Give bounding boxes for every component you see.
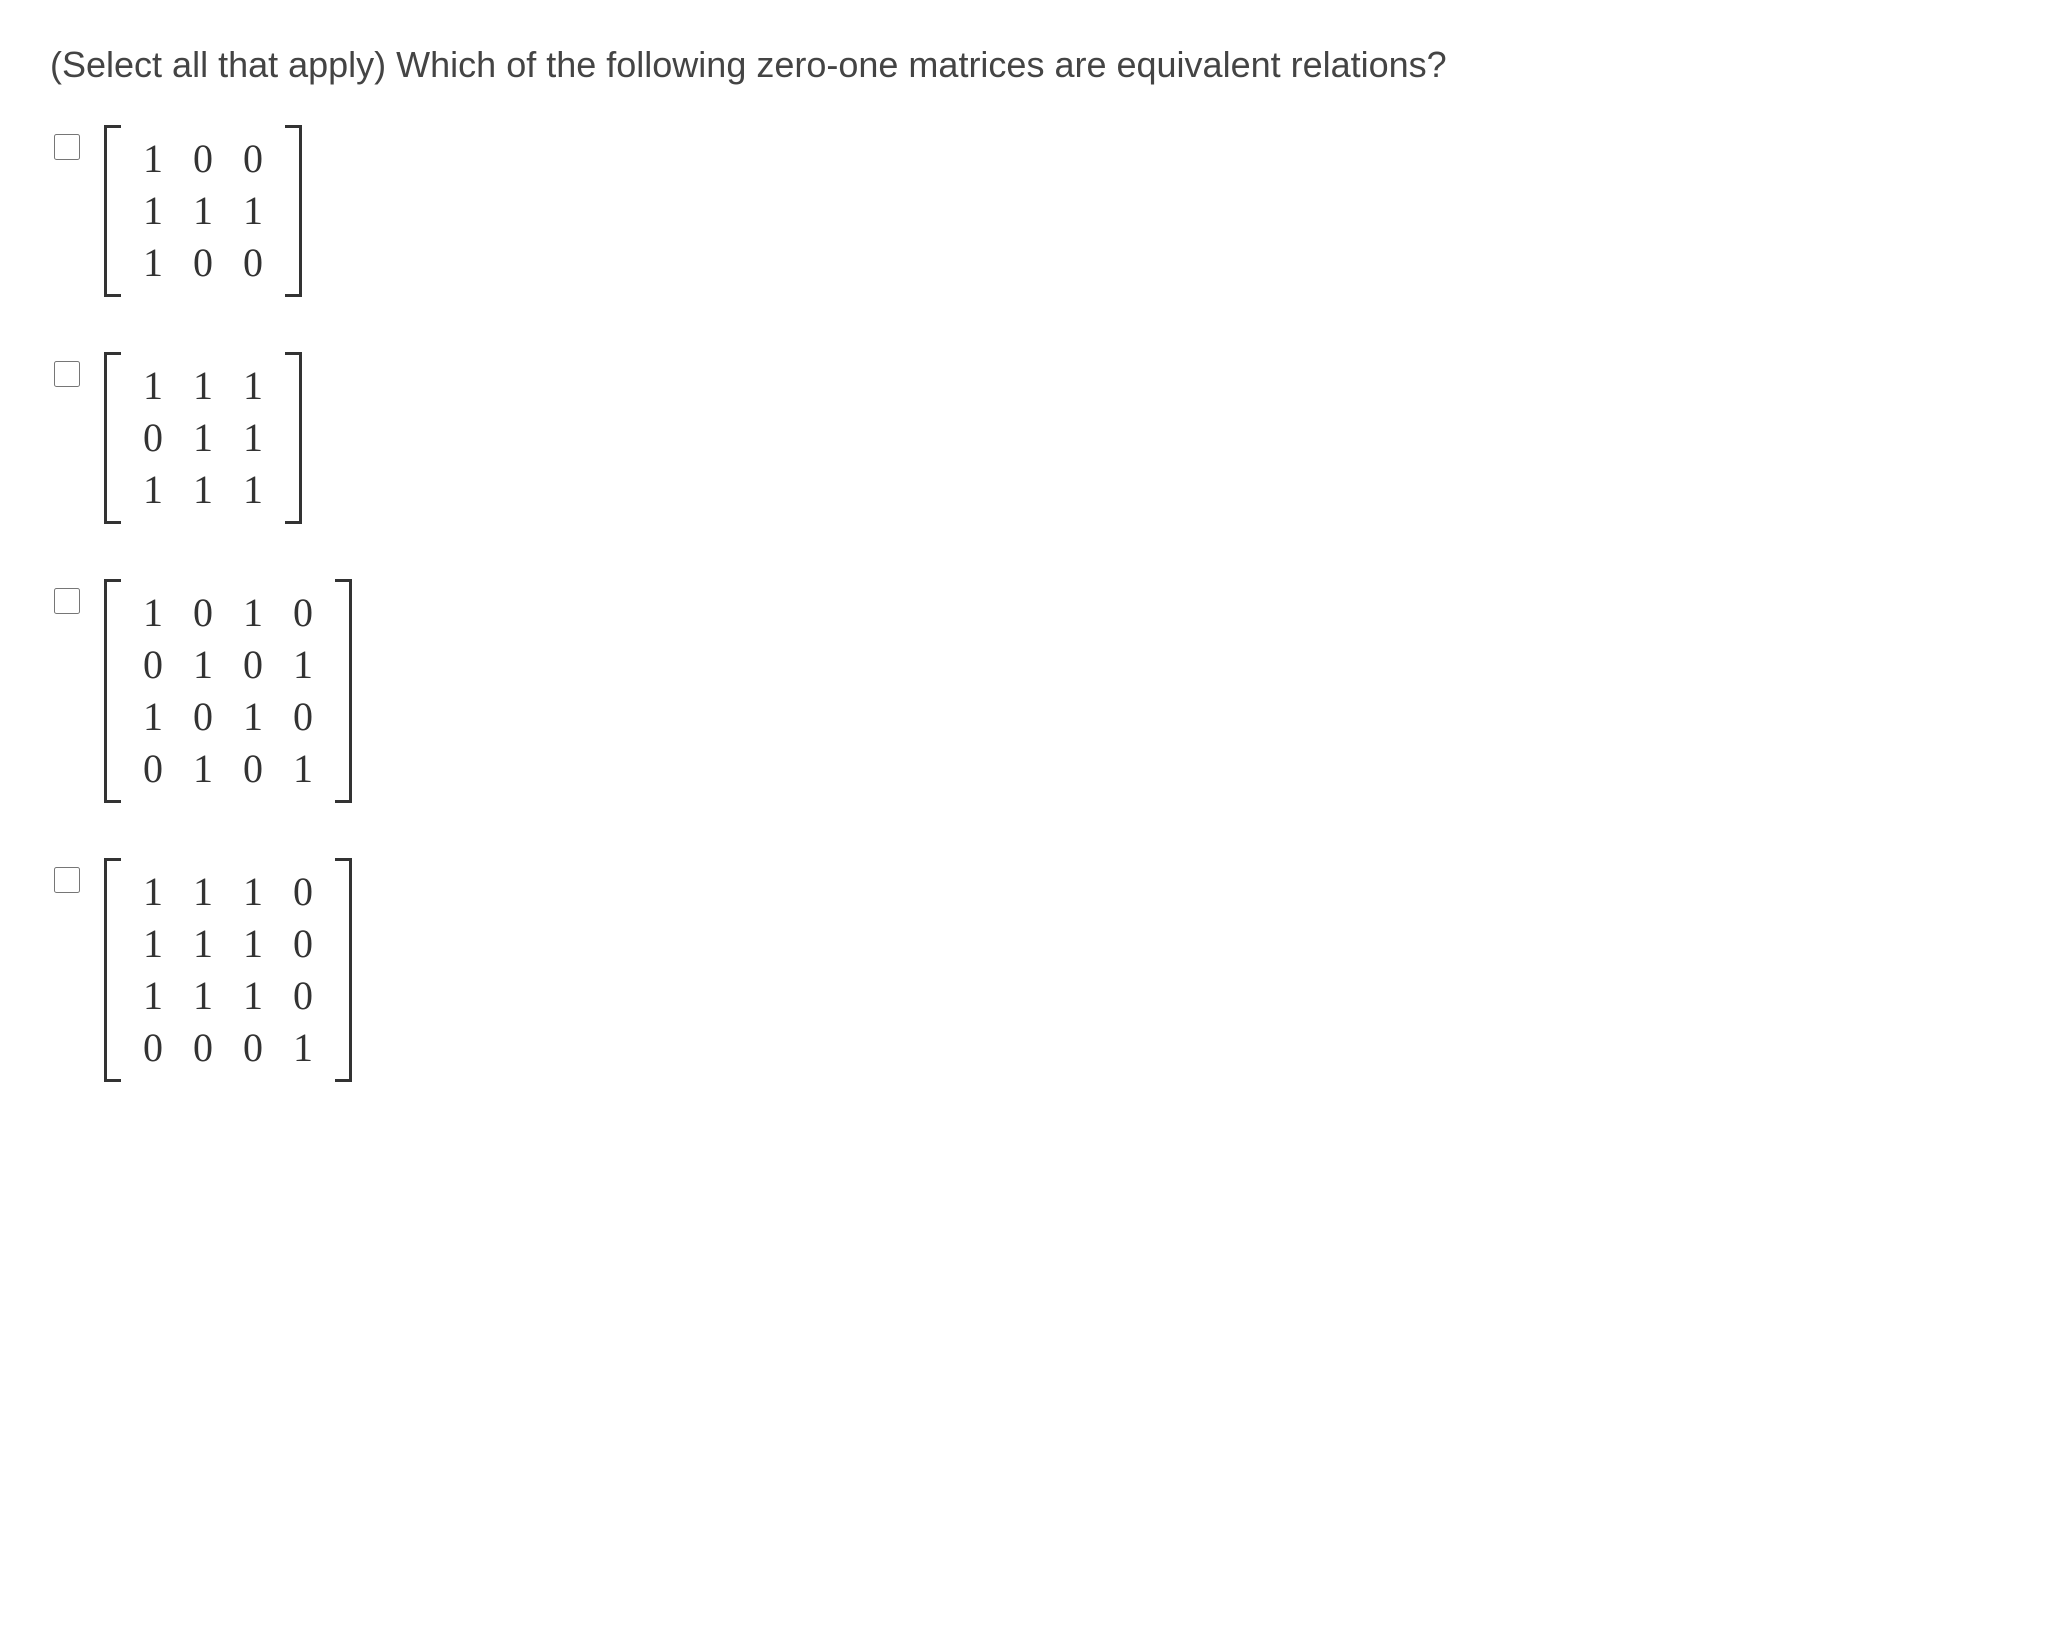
- matrix-cell: 1: [239, 191, 267, 231]
- matrix-cell: 0: [239, 749, 267, 789]
- right-bracket-icon: [335, 579, 352, 803]
- checkbox-wrap: [50, 585, 84, 619]
- matrix-cell: 0: [189, 593, 217, 633]
- matrix-cell: 1: [189, 872, 217, 912]
- matrix-cell: 0: [139, 418, 167, 458]
- matrix-row: 011: [139, 412, 267, 464]
- matrix-cell: 1: [289, 1028, 317, 1068]
- matrix-cell: 1: [239, 924, 267, 964]
- option-checkbox[interactable]: [54, 361, 80, 387]
- matrix-cell: 0: [239, 139, 267, 179]
- matrix-cell: 1: [139, 191, 167, 231]
- matrix-body: 1110111011100001: [121, 858, 335, 1082]
- matrix-cell: 0: [289, 872, 317, 912]
- matrix-cell: 1: [139, 976, 167, 1016]
- matrix-cell: 1: [189, 191, 217, 231]
- checkbox-wrap: [50, 131, 84, 165]
- matrix-row: 1110: [139, 866, 317, 918]
- question-text: (Select all that apply) Which of the fol…: [50, 40, 1996, 90]
- matrix-row: 1010: [139, 691, 317, 743]
- matrix-body: 1010010110100101: [121, 579, 335, 803]
- matrix-cell: 1: [239, 976, 267, 1016]
- matrix-row: 0101: [139, 639, 317, 691]
- left-bracket-icon: [104, 125, 121, 297]
- option-checkbox[interactable]: [54, 867, 80, 893]
- matrix-cell: 0: [139, 1028, 167, 1068]
- matrix-cell: 1: [239, 470, 267, 510]
- matrix-cell: 1: [239, 366, 267, 406]
- checkbox-wrap: [50, 864, 84, 898]
- matrix-cell: 0: [139, 749, 167, 789]
- left-bracket-icon: [104, 352, 121, 524]
- matrix-cell: 1: [289, 645, 317, 685]
- option-checkbox[interactable]: [54, 134, 80, 160]
- right-bracket-icon: [285, 125, 302, 297]
- matrix-cell: 0: [189, 139, 217, 179]
- answer-option: 1110111011100001: [50, 858, 1996, 1082]
- matrix-row: 100: [139, 237, 267, 289]
- matrix-cell: 1: [139, 139, 167, 179]
- matrix-cell: 1: [139, 924, 167, 964]
- matrix-row: 100: [139, 133, 267, 185]
- matrix-cell: 1: [289, 749, 317, 789]
- matrix-cell: 1: [189, 418, 217, 458]
- matrix-cell: 0: [139, 645, 167, 685]
- matrix-cell: 1: [239, 872, 267, 912]
- left-bracket-icon: [104, 858, 121, 1082]
- matrix-cell: 1: [139, 593, 167, 633]
- matrix-cell: 1: [189, 924, 217, 964]
- matrix-row: 111: [139, 464, 267, 516]
- matrix-row: 1110: [139, 970, 317, 1022]
- matrix-cell: 0: [239, 243, 267, 283]
- matrix-cell: 1: [189, 645, 217, 685]
- left-bracket-icon: [104, 579, 121, 803]
- answer-option: 1010010110100101: [50, 579, 1996, 803]
- matrix-cell: 1: [189, 470, 217, 510]
- matrix: 111011111: [104, 352, 302, 524]
- matrix-cell: 1: [239, 593, 267, 633]
- checkbox-wrap: [50, 358, 84, 392]
- matrix-cell: 1: [239, 697, 267, 737]
- answer-option: 100111100: [50, 125, 1996, 297]
- options-list: 1001111001110111111010010110100101111011…: [50, 125, 1996, 1082]
- matrix-cell: 0: [289, 697, 317, 737]
- matrix-cell: 1: [139, 470, 167, 510]
- matrix-cell: 0: [239, 1028, 267, 1068]
- matrix-cell: 1: [189, 366, 217, 406]
- matrix-body: 100111100: [121, 125, 285, 297]
- matrix: 100111100: [104, 125, 302, 297]
- matrix-row: 0001: [139, 1022, 317, 1074]
- right-bracket-icon: [285, 352, 302, 524]
- matrix-row: 1010: [139, 587, 317, 639]
- matrix-cell: 0: [289, 593, 317, 633]
- matrix: 1010010110100101: [104, 579, 352, 803]
- matrix-cell: 0: [289, 976, 317, 1016]
- matrix-cell: 1: [139, 366, 167, 406]
- matrix-cell: 0: [189, 1028, 217, 1068]
- matrix-row: 111: [139, 185, 267, 237]
- right-bracket-icon: [335, 858, 352, 1082]
- matrix-row: 0101: [139, 743, 317, 795]
- matrix-row: 1110: [139, 918, 317, 970]
- matrix-cell: 1: [139, 243, 167, 283]
- answer-option: 111011111: [50, 352, 1996, 524]
- option-checkbox[interactable]: [54, 588, 80, 614]
- matrix-cell: 1: [189, 976, 217, 1016]
- matrix-cell: 0: [189, 243, 217, 283]
- matrix-cell: 0: [289, 924, 317, 964]
- matrix-row: 111: [139, 360, 267, 412]
- matrix-cell: 1: [139, 697, 167, 737]
- matrix-body: 111011111: [121, 352, 285, 524]
- matrix-cell: 1: [139, 872, 167, 912]
- matrix-cell: 1: [189, 749, 217, 789]
- matrix-cell: 0: [189, 697, 217, 737]
- matrix-cell: 0: [239, 645, 267, 685]
- matrix: 1110111011100001: [104, 858, 352, 1082]
- matrix-cell: 1: [239, 418, 267, 458]
